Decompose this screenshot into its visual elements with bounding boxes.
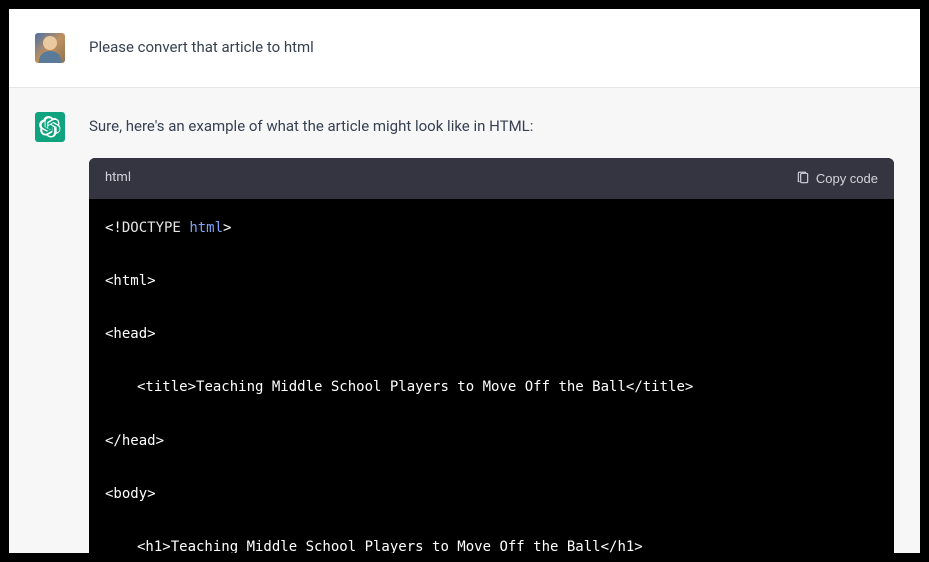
copy-code-label: Copy code [816,171,878,186]
code-body[interactable]: <!DOCTYPE html> <html> <head> <title>Tea… [89,199,894,554]
clipboard-icon [796,171,810,185]
assistant-avatar [35,112,65,142]
code-header: html Copy code [89,158,894,199]
code-block: html Copy code <!DOCTYPE html> <html> <h… [89,158,894,554]
code-content: <!DOCTYPE html> <html> <head> <title>Tea… [105,215,878,554]
openai-icon [39,116,61,138]
assistant-message-row: Sure, here's an example of what the arti… [9,88,920,554]
user-avatar [35,33,65,63]
assistant-message-text: Sure, here's an example of what the arti… [89,114,894,138]
user-message-text: Please convert that article to html [89,33,894,59]
copy-code-button[interactable]: Copy code [796,171,878,186]
code-language-label: html [105,168,131,189]
assistant-content: Sure, here's an example of what the arti… [89,112,920,554]
user-message-row: Please convert that article to html [9,9,920,88]
